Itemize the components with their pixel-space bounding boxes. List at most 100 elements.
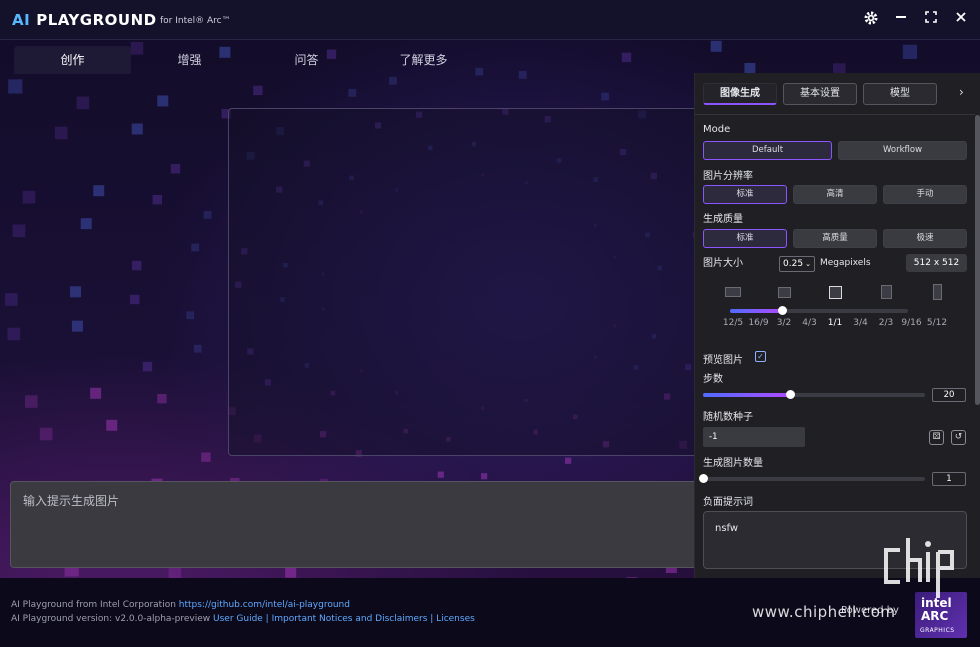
background-square	[518, 70, 527, 79]
ratio-label[interactable]: 16/9	[746, 318, 772, 328]
background-square	[142, 361, 153, 372]
panel-divider	[695, 114, 975, 115]
quality-fast-button[interactable]: 极速	[883, 229, 967, 248]
background-square	[5, 293, 18, 306]
github-link[interactable]: https://github.com/intel/ai-playground	[179, 600, 350, 610]
ratio-box-6[interactable]	[880, 285, 892, 299]
negative-prompt-text: nsfw	[715, 523, 739, 534]
tab-qa[interactable]: 问答	[248, 46, 365, 74]
dice-icon[interactable]: ⚄	[929, 430, 944, 445]
footer-links[interactable]: User Guide | Important Notices and Discl…	[213, 614, 475, 624]
chevron-right-icon[interactable]: ›	[959, 85, 964, 99]
resolution-hd-button[interactable]: 高清	[793, 185, 877, 204]
background-square	[132, 260, 142, 271]
tab-basic-settings[interactable]: 基本设置	[783, 83, 857, 105]
background-square	[106, 419, 118, 431]
resolution-standard-button[interactable]: 标准	[703, 185, 787, 204]
tab-model[interactable]: 模型	[863, 83, 937, 105]
tab-create[interactable]: 创作	[14, 46, 131, 74]
image-count-label: 生成图片数量	[703, 458, 763, 469]
background-square	[168, 566, 182, 579]
background-square	[170, 164, 181, 174]
background-square	[39, 427, 53, 441]
ratio-box-8[interactable]	[932, 284, 942, 300]
quality-label: 生成质量	[703, 214, 743, 225]
background-square	[54, 126, 68, 140]
mode-label: Mode	[703, 124, 731, 135]
background-square	[621, 52, 632, 63]
background-square	[8, 79, 23, 94]
resolution-manual-button[interactable]: 手动	[883, 185, 967, 204]
background-square	[193, 344, 202, 353]
background-square	[710, 40, 722, 52]
gear-icon[interactable]	[862, 10, 880, 28]
background-square	[201, 452, 211, 462]
maximize-icon[interactable]	[922, 10, 940, 28]
aspect-ratio-slider[interactable]	[730, 306, 908, 315]
image-count-slider[interactable]	[699, 474, 925, 483]
ratio-label[interactable]: 1/1	[822, 318, 848, 328]
steps-value[interactable]: 20	[932, 388, 966, 402]
preview-checkbox[interactable]: ✓	[755, 351, 766, 362]
chiphell-logo	[884, 538, 954, 598]
app-brand: AI PLAYGROUND	[12, 11, 157, 29]
background-square	[480, 473, 488, 480]
megapixels-label: Megapixels	[820, 258, 871, 268]
brand-name: PLAYGROUND	[36, 11, 157, 29]
watermark-text: www.chiphell.com	[752, 603, 896, 621]
badge-graphics: GRAPHICS	[920, 627, 955, 634]
aspect-ratio-knob[interactable]	[777, 306, 787, 315]
seed-input[interactable]: -1	[703, 427, 805, 447]
background-square	[902, 44, 918, 59]
steps-slider[interactable]	[703, 390, 925, 399]
footer-company: AI Playground from Intel Corporation	[11, 600, 179, 610]
footer-line-1: AI Playground from Intel Corporation htt…	[11, 600, 350, 610]
brand-ai: AI	[12, 11, 31, 29]
ratio-box-0[interactable]	[725, 287, 741, 297]
background-square	[186, 311, 195, 320]
background-square	[601, 92, 610, 101]
background-square	[253, 85, 263, 96]
resolution-label: 图片分辨率	[703, 171, 753, 182]
prompt-input[interactable]: 输入提示生成图片	[10, 481, 698, 568]
background-square	[70, 286, 82, 298]
quality-high-button[interactable]: 高质量	[793, 229, 877, 248]
ratio-box-4[interactable]	[828, 285, 842, 299]
preview-label: 预览图片	[703, 355, 743, 366]
background-square	[71, 320, 83, 332]
image-canvas	[228, 108, 698, 456]
background-square	[157, 95, 169, 107]
ratio-label[interactable]: 4/3	[797, 318, 823, 328]
image-count-value[interactable]: 1	[932, 472, 966, 486]
background-square	[203, 210, 212, 219]
image-count-knob[interactable]	[699, 474, 708, 483]
panel-scrollbar[interactable]	[975, 115, 980, 405]
background-square	[152, 194, 162, 205]
reset-icon[interactable]: ↺	[951, 430, 966, 445]
steps-knob[interactable]	[785, 390, 795, 399]
tab-image-generation[interactable]: 图像生成	[703, 83, 777, 105]
background-square	[348, 88, 357, 97]
app-window: AI PLAYGROUND for Intel® Arc™ 创作 增强 问答 了解…	[0, 0, 980, 647]
negative-prompt-label: 负面提示词	[703, 497, 753, 508]
megapixels-select[interactable]: 0.25 ⌄	[779, 256, 815, 272]
close-icon[interactable]	[952, 10, 970, 28]
ratio-box-2[interactable]	[777, 286, 791, 298]
title-bar: AI PLAYGROUND for Intel® Arc™	[0, 0, 980, 40]
ratio-label[interactable]: 2/3	[873, 318, 899, 328]
image-size-label: 图片大小	[703, 258, 743, 269]
quality-standard-button[interactable]: 标准	[703, 229, 787, 248]
ratio-label[interactable]: 3/2	[771, 318, 797, 328]
footer-line-2: AI Playground version: v2.0.0-alpha-prev…	[11, 614, 475, 624]
mode-workflow-button[interactable]: Workflow	[838, 141, 967, 160]
brand-subtitle: for Intel® Arc™	[160, 16, 231, 26]
ratio-label[interactable]: 12/5	[720, 318, 746, 328]
megapixels-value: 0.25	[783, 259, 804, 269]
mode-default-button[interactable]: Default	[703, 141, 832, 160]
tab-learn-more[interactable]: 了解更多	[365, 46, 482, 74]
tab-enhance[interactable]: 增强	[131, 46, 248, 74]
ratio-label[interactable]: 3/4	[848, 318, 874, 328]
ratio-label[interactable]: 5/12	[924, 318, 950, 328]
minimize-icon[interactable]	[892, 10, 910, 28]
ratio-label[interactable]: 9/16	[899, 318, 925, 328]
